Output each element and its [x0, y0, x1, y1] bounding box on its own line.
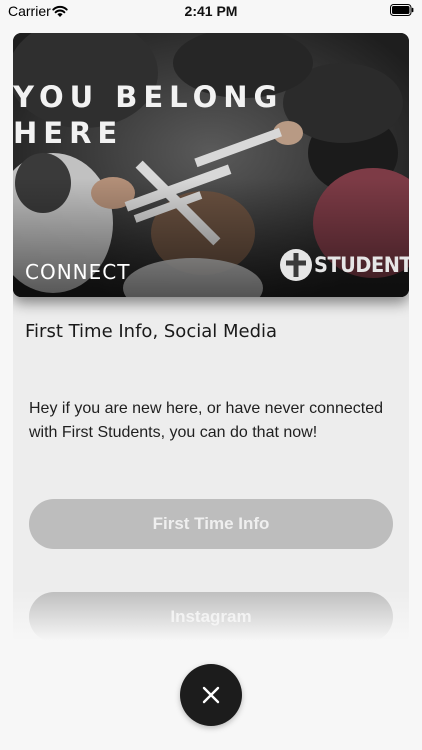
first-time-info-button[interactable]: First Time Info [29, 499, 393, 549]
hero-headline-line2: HERE [13, 116, 124, 150]
hero-caption: CONNECT [25, 260, 131, 284]
instagram-button[interactable]: Instagram [29, 592, 393, 642]
status-time: 2:41 PM [184, 3, 238, 19]
close-icon [202, 686, 220, 704]
students-logo: STUDENTS [279, 245, 409, 285]
hero-image[interactable]: YOU BELONG HERE CONNECT STUDENTS [13, 33, 409, 297]
card-title: First Time Info, Social Media [25, 321, 278, 342]
hero-headline-line1: YOU BELONG [13, 80, 284, 114]
hero-headline: YOU BELONG HERE [13, 79, 313, 151]
card-description: Hey if you are new here, or have never c… [29, 400, 383, 441]
cross-circle-icon [280, 249, 312, 281]
brand-text: STUDENTS [314, 253, 409, 277]
status-bar: Carrier 2:41 PM [0, 0, 422, 24]
battery-icon [390, 4, 414, 16]
close-button[interactable] [180, 664, 242, 726]
connect-card: YOU BELONG HERE CONNECT STUDENTS First T… [13, 33, 409, 643]
